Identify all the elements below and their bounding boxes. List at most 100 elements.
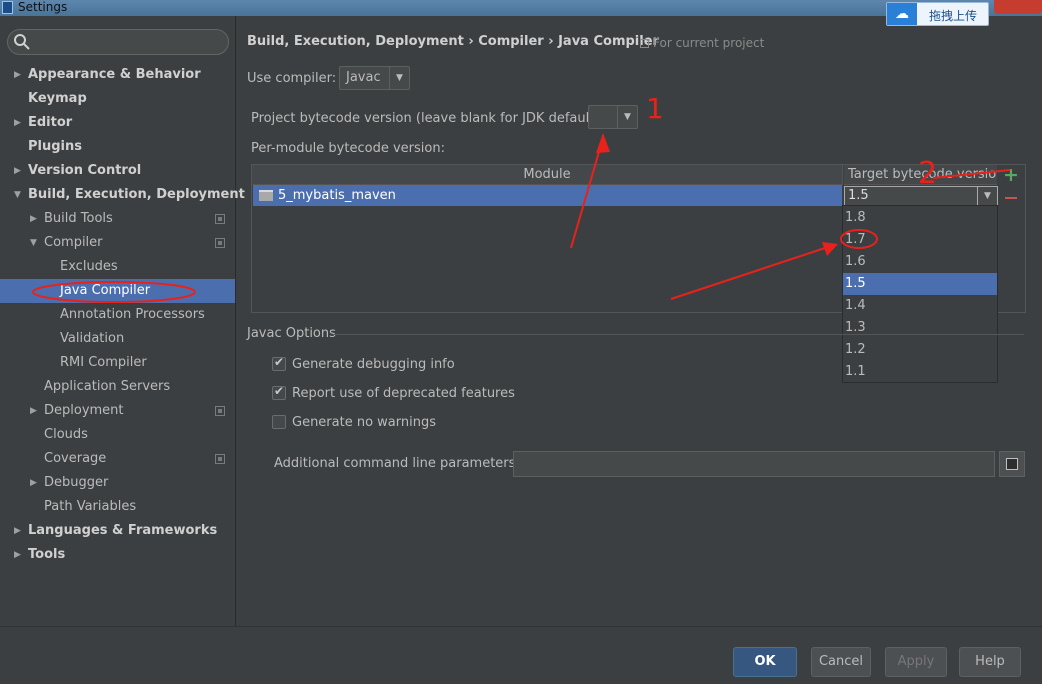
sidebar-item-label: Plugins xyxy=(28,135,82,159)
sidebar-item-path-variables[interactable]: Path Variables xyxy=(0,495,235,519)
sidebar-item-label: Appearance & Behavior xyxy=(28,63,201,87)
sidebar-item-coverage[interactable]: Coverage xyxy=(0,447,235,471)
sidebar-item-plugins[interactable]: Plugins xyxy=(0,135,235,159)
expand-right-icon[interactable]: ▶ xyxy=(14,111,24,135)
expand-right-icon[interactable]: ▶ xyxy=(30,399,40,423)
section-divider xyxy=(334,334,1024,335)
report-deprecated-label[interactable]: Report use of deprecated features xyxy=(292,386,515,401)
help-button[interactable]: Help xyxy=(959,647,1021,677)
sidebar-item-label: Application Servers xyxy=(44,375,170,399)
target-bytecode-select[interactable]: 1.5 ▼ xyxy=(844,186,998,206)
sidebar-item-label: Debugger xyxy=(44,471,108,495)
sidebar-item-version-control[interactable]: ▶Version Control xyxy=(0,159,235,183)
dropdown-option[interactable]: 1.2 xyxy=(843,339,997,361)
project-scope-icon xyxy=(640,39,649,48)
remove-module-button[interactable] xyxy=(1005,197,1017,199)
sidebar-item-tools[interactable]: ▶Tools xyxy=(0,543,235,567)
sidebar-item-debugger[interactable]: ▶Debugger xyxy=(0,471,235,495)
sidebar-item-label: Path Variables xyxy=(44,495,136,519)
sidebar-item-label: Java Compiler xyxy=(60,279,150,303)
sidebar-item-appearance-behavior[interactable]: ▶Appearance & Behavior xyxy=(0,63,235,87)
javac-options-heading: Javac Options xyxy=(247,326,336,341)
project-scope-icon xyxy=(215,406,225,416)
sidebar-item-languages-frameworks[interactable]: ▶Languages & Frameworks xyxy=(0,519,235,543)
dropdown-option[interactable]: 1.8 xyxy=(843,207,997,229)
dropdown-option[interactable]: 1.4 xyxy=(843,295,997,317)
annotation-mark-1: 1 xyxy=(646,92,664,125)
expand-right-icon[interactable]: ▶ xyxy=(30,471,40,495)
column-header-module[interactable]: Module xyxy=(252,165,843,185)
annotation-arrowhead-1 xyxy=(596,133,610,153)
expand-down-icon[interactable]: ▼ xyxy=(14,183,24,207)
sidebar-item-validation[interactable]: Validation xyxy=(0,327,235,351)
sidebar-item-keymap[interactable]: Keymap xyxy=(0,87,235,111)
target-bytecode-dropdown: 1.81.71.61.51.41.31.21.1 xyxy=(842,205,998,383)
expand-right-icon[interactable]: ▶ xyxy=(14,159,24,183)
project-bytecode-select[interactable]: ▼ xyxy=(588,105,638,129)
sidebar-item-build-execution-deployment[interactable]: ▼Build, Execution, Deployment xyxy=(0,183,235,207)
report-deprecated-checkbox[interactable] xyxy=(272,386,286,400)
module-folder-icon xyxy=(259,190,273,201)
drag-upload-button[interactable]: ☁ 拖拽上传 xyxy=(886,2,989,26)
for-current-project-note: For current project xyxy=(640,36,764,50)
cancel-button[interactable]: Cancel xyxy=(811,647,871,677)
add-module-button[interactable]: + xyxy=(1003,166,1019,184)
expand-right-icon[interactable]: ▶ xyxy=(14,543,24,567)
sidebar-item-annotation-processors[interactable]: Annotation Processors xyxy=(0,303,235,327)
chevron-down-icon: ▼ xyxy=(389,67,409,89)
project-scope-icon xyxy=(215,214,225,224)
sidebar-item-label: Annotation Processors xyxy=(60,303,205,327)
chevron-down-icon: ▼ xyxy=(977,187,997,205)
sidebar-item-rmi-compiler[interactable]: RMI Compiler xyxy=(0,351,235,375)
generate-no-warnings-label[interactable]: Generate no warnings xyxy=(292,415,436,430)
generate-debugging-info-checkbox[interactable] xyxy=(272,357,286,371)
target-bytecode-value: 1.5 xyxy=(848,188,869,203)
sidebar-item-label: Build Tools xyxy=(44,207,113,231)
sidebar-item-deployment[interactable]: ▶Deployment xyxy=(0,399,235,423)
drag-upload-label: 拖拽上传 xyxy=(929,7,977,24)
dropdown-option[interactable]: 1.5 xyxy=(843,273,997,295)
per-module-label: Per-module bytecode version: xyxy=(251,141,445,156)
dropdown-option[interactable]: 1.7 xyxy=(843,229,997,251)
ok-button[interactable]: OK xyxy=(733,647,797,677)
sidebar-item-label: Keymap xyxy=(28,87,87,111)
sidebar-item-java-compiler[interactable]: Java Compiler xyxy=(0,279,235,303)
sidebar-item-label: Build, Execution, Deployment xyxy=(28,183,245,207)
generate-debugging-info-label[interactable]: Generate debugging info xyxy=(292,357,455,372)
table-row[interactable]: 5_mybatis_maven xyxy=(253,185,842,206)
sidebar-item-label: Validation xyxy=(60,327,124,351)
expand-right-icon[interactable]: ▶ xyxy=(30,207,40,231)
project-scope-icon xyxy=(215,238,225,248)
breadcrumb: Build, Execution, Deployment › Compiler … xyxy=(247,34,659,49)
sidebar-item-label: Editor xyxy=(28,111,72,135)
expand-right-icon[interactable]: ▶ xyxy=(14,519,24,543)
chevron-down-icon: ▼ xyxy=(617,106,637,128)
dropdown-option[interactable]: 1.3 xyxy=(843,317,997,339)
sidebar-item-label: Deployment xyxy=(44,399,124,423)
sidebar-item-label: Languages & Frameworks xyxy=(28,519,217,543)
expand-down-icon[interactable]: ▼ xyxy=(30,231,40,255)
search-icon xyxy=(13,33,31,51)
sidebar-item-application-servers[interactable]: Application Servers xyxy=(0,375,235,399)
generate-no-warnings-checkbox[interactable] xyxy=(272,415,286,429)
module-name-cell: 5_mybatis_maven xyxy=(278,185,396,206)
sidebar-item-compiler[interactable]: ▼Compiler xyxy=(0,231,235,255)
settings-search-input[interactable] xyxy=(7,29,229,55)
sidebar-item-label: Compiler xyxy=(44,231,103,255)
expand-right-icon[interactable]: ▶ xyxy=(14,63,24,87)
additional-params-label: Additional command line parameters: xyxy=(274,456,520,471)
sidebar-item-excludes[interactable]: Excludes xyxy=(0,255,235,279)
apply-button[interactable]: Apply xyxy=(885,647,947,677)
sidebar-item-clouds[interactable]: Clouds xyxy=(0,423,235,447)
use-compiler-select[interactable]: Javac ▼ xyxy=(339,66,410,90)
intellij-app-icon xyxy=(2,1,13,14)
sidebar-item-label: Clouds xyxy=(44,423,88,447)
expand-editor-icon[interactable] xyxy=(999,451,1025,477)
window-close-button[interactable] xyxy=(994,0,1042,14)
dropdown-option[interactable]: 1.6 xyxy=(843,251,997,273)
sidebar-item-editor[interactable]: ▶Editor xyxy=(0,111,235,135)
column-header-target[interactable]: Target bytecode version xyxy=(844,165,997,185)
dropdown-option[interactable]: 1.1 xyxy=(843,361,997,383)
sidebar-item-build-tools[interactable]: ▶Build Tools xyxy=(0,207,235,231)
additional-params-input[interactable] xyxy=(513,451,995,477)
